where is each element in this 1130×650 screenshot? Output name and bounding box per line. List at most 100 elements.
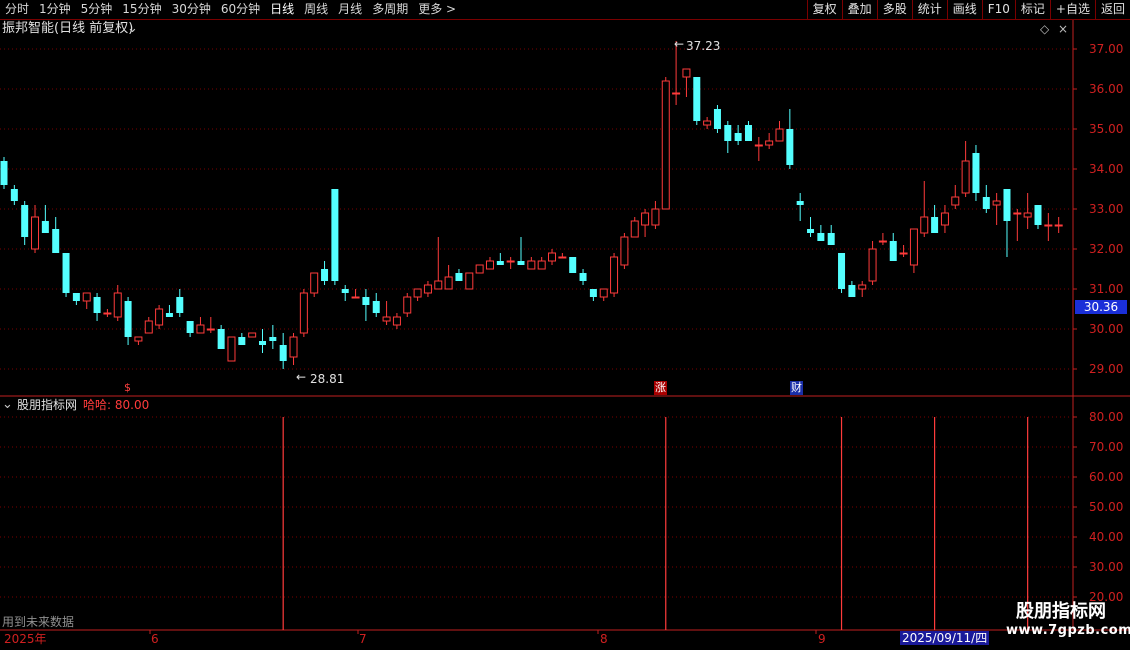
candle-body-up bbox=[672, 92, 681, 95]
candle-body-up bbox=[909, 228, 918, 266]
current-price-badge: 30.36 bbox=[1075, 300, 1127, 314]
candle-body-up bbox=[940, 212, 949, 226]
candle-body-up bbox=[506, 260, 515, 263]
candle-body-down bbox=[827, 233, 835, 245]
candle-body-up bbox=[878, 240, 887, 243]
candle-body-down bbox=[279, 345, 287, 361]
candle-body-up bbox=[661, 80, 670, 210]
candle-body-down bbox=[713, 109, 721, 129]
diamond-icon[interactable]: ◇ bbox=[1040, 22, 1049, 36]
candle-body-down bbox=[62, 253, 70, 293]
candle-body-up bbox=[754, 144, 763, 147]
candle-body-up bbox=[899, 252, 908, 255]
candle-body-up bbox=[144, 320, 153, 334]
candle-body-up bbox=[558, 256, 567, 259]
candle-body-down bbox=[589, 289, 597, 297]
indicator-tick-label: 50.00 bbox=[1089, 500, 1123, 514]
arrow-left-icon: ← bbox=[296, 370, 307, 384]
candle-body-down bbox=[93, 297, 101, 313]
indicator-tick-label: 40.00 bbox=[1089, 530, 1123, 544]
time-axis-month: 9 bbox=[818, 632, 826, 646]
candle-body-up bbox=[227, 336, 236, 362]
candle-body-up bbox=[434, 280, 443, 290]
chevron-down-icon[interactable]: ⌄ bbox=[127, 22, 138, 36]
candle-body-up bbox=[82, 292, 91, 302]
cursor-date-badge: 2025/09/11/四 bbox=[900, 631, 990, 645]
candle-body-down bbox=[982, 197, 990, 209]
close-icon[interactable]: × bbox=[1058, 22, 1068, 36]
candle-body-up bbox=[299, 292, 308, 334]
candle-body-down bbox=[52, 229, 60, 253]
price-tick-label: 30.00 bbox=[1089, 322, 1123, 336]
candle-body-down bbox=[259, 341, 266, 345]
candle-body-up bbox=[548, 252, 557, 262]
candle-body-up bbox=[351, 296, 360, 299]
candle-body-up bbox=[155, 308, 164, 326]
price-tick-label: 37.00 bbox=[1089, 42, 1123, 56]
candle-body-up bbox=[196, 324, 205, 334]
chart-canvas[interactable]: 37.00 36.00 35.00 34.00 33.00 32.00 31.00 30.00… bbox=[0, 0, 1130, 650]
candle-body-up bbox=[868, 248, 877, 282]
candle-body-up bbox=[610, 256, 619, 294]
candle-body-up bbox=[382, 316, 391, 322]
candle-body-up bbox=[775, 128, 784, 142]
candle-body-down bbox=[1034, 205, 1042, 225]
finance-marker[interactable]: 财 bbox=[790, 381, 803, 395]
candle-body-down bbox=[569, 257, 577, 273]
candle-body-up bbox=[134, 336, 143, 342]
candle-body-down bbox=[10, 189, 18, 201]
watermark-url: www.7gpzb.com bbox=[1006, 623, 1130, 638]
stock-title: 振邦智能(日线 前复权) bbox=[2, 21, 134, 36]
candle-body-down bbox=[1003, 189, 1011, 221]
candle-body-up bbox=[527, 260, 536, 270]
candle-body-up bbox=[475, 264, 484, 274]
chevron-down-icon[interactable]: ⌄ bbox=[2, 398, 13, 412]
candle-body-down bbox=[41, 221, 49, 233]
candle-body-up bbox=[682, 68, 691, 78]
candle-body-up bbox=[444, 276, 453, 290]
candle-body-up bbox=[537, 260, 546, 270]
price-tick-label: 36.00 bbox=[1089, 82, 1123, 96]
candle-body-down bbox=[496, 261, 504, 265]
candle-body-up bbox=[599, 288, 608, 298]
candle-body-down bbox=[579, 273, 587, 281]
candle-body-down bbox=[796, 201, 804, 205]
candle-body-down bbox=[744, 125, 752, 141]
candle-body-up bbox=[630, 220, 639, 238]
candle-body-up bbox=[858, 284, 867, 290]
candle-body-up bbox=[920, 216, 929, 234]
candle-body-up bbox=[465, 272, 474, 290]
candle-body-up bbox=[248, 332, 257, 338]
high-price-label: 37.23 bbox=[686, 39, 721, 53]
candle-body-up bbox=[485, 260, 494, 270]
candle-body-up bbox=[1013, 212, 1022, 215]
dividend-marker[interactable]: $ bbox=[124, 381, 131, 395]
candle-body-down bbox=[786, 129, 794, 165]
candle-body-down bbox=[972, 153, 980, 193]
time-axis-month: 8 bbox=[600, 632, 608, 646]
price-tick-label: 35.00 bbox=[1089, 122, 1123, 136]
indicator-tick-label: 60.00 bbox=[1089, 470, 1123, 484]
candle-body-down bbox=[724, 125, 732, 141]
candle-body-down bbox=[186, 321, 194, 333]
limit-up-marker[interactable]: 涨 bbox=[654, 381, 667, 395]
candle-body-down bbox=[269, 337, 277, 341]
price-tick-label: 33.00 bbox=[1089, 202, 1123, 216]
price-tick-label: 32.00 bbox=[1089, 242, 1123, 256]
candle-body-down bbox=[72, 293, 80, 301]
candle-body-up bbox=[113, 292, 122, 318]
candle-body-up bbox=[289, 336, 298, 358]
candle-body-down bbox=[517, 261, 525, 265]
candle-body-up bbox=[703, 120, 712, 126]
candle-body-up bbox=[1044, 224, 1053, 227]
candle-body-up bbox=[765, 140, 774, 146]
price-tick-label: 29.00 bbox=[1089, 362, 1123, 376]
candle-body-up bbox=[1054, 224, 1063, 227]
candle-body-down bbox=[321, 269, 329, 281]
candle-body-down bbox=[734, 133, 742, 141]
candle-body-up bbox=[961, 160, 970, 194]
price-tick-label: 31.00 bbox=[1089, 282, 1123, 296]
candle-body-down bbox=[455, 273, 463, 281]
candle-body-up bbox=[992, 200, 1001, 206]
candle-body-down bbox=[693, 77, 701, 121]
